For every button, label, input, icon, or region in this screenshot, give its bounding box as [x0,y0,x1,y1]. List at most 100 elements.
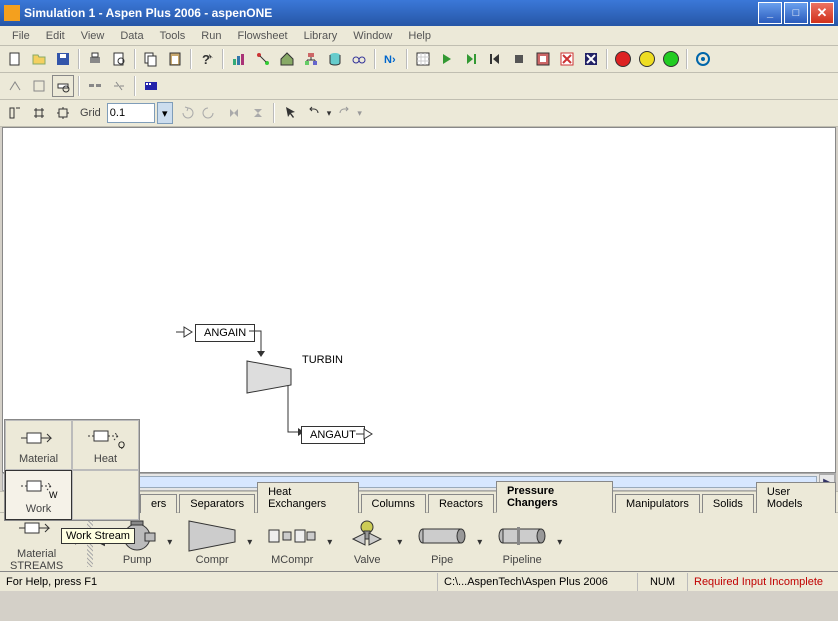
tab-heatexch[interactable]: Heat Exchangers [257,482,358,513]
separator [606,49,608,69]
stream-in-block[interactable]: ANGAIN [195,324,255,342]
dropdown-icon[interactable]: ▾ [167,537,177,548]
toolbar-secondary [0,73,838,100]
copy-button[interactable] [140,48,162,70]
menu-data[interactable]: Data [112,28,151,44]
tab-usermodels[interactable]: User Models [756,482,836,513]
menu-flowsheet[interactable]: Flowsheet [229,28,295,44]
tool-glasses-button[interactable] [348,48,370,70]
status-yellow-button[interactable] [636,48,658,70]
dropdown-icon[interactable]: ▾ [327,537,337,548]
palette-heat[interactable]: Q Heat [72,420,139,470]
tab-separators[interactable]: Separators [179,494,255,513]
ortho-button[interactable] [52,102,74,124]
status-green-button[interactable] [660,48,682,70]
model-valve[interactable]: Valve [341,518,393,566]
model-compr[interactable]: Compr [181,518,243,566]
tab-columns[interactable]: Columns [361,494,426,513]
close-x2-button[interactable] [580,48,602,70]
tab-pressure-changers[interactable]: Pressure Changers [496,481,613,513]
model-pipe[interactable]: Pipe [411,518,473,566]
titlebar: Simulation 1 - Aspen Plus 2006 - aspenON… [0,0,838,26]
stop-button[interactable] [508,48,530,70]
menu-edit[interactable]: Edit [38,28,73,44]
dropdown-icon[interactable]: ▾ [397,537,407,548]
menu-run[interactable]: Run [193,28,229,44]
help-button[interactable]: ? [196,48,218,70]
dropdown-icon[interactable]: ▾ [247,537,257,548]
menu-help[interactable]: Help [400,28,439,44]
tool-connect-button[interactable] [252,48,274,70]
dropdown-icon[interactable]: ▾ [477,537,487,548]
tool-chart-button[interactable] [228,48,250,70]
grid-toggle-button[interactable] [28,102,50,124]
close-x-button[interactable] [556,48,578,70]
status-help: For Help, press F1 [0,573,438,591]
maximize-button[interactable]: □ [784,2,808,24]
paste-button[interactable] [164,48,186,70]
results-button[interactable] [532,48,554,70]
pointer-button[interactable] [279,102,301,124]
tool-tree-button[interactable] [300,48,322,70]
open-button[interactable] [28,48,50,70]
flip-v-button[interactable] [247,102,269,124]
connector-line [249,330,269,360]
tool-s6-button[interactable] [140,75,162,97]
stream-arrow-icon [175,326,195,338]
dropdown-icon[interactable]: ▾ [557,537,567,548]
save-button[interactable] [52,48,74,70]
turbine-icon[interactable] [246,360,292,394]
palette-work[interactable]: W Work [5,470,72,520]
stream-palette: Material Q Heat W Work Work Stream [4,419,140,521]
rotate-left-button[interactable] [175,102,197,124]
tab-solids[interactable]: Solids [702,494,754,513]
tool-s1-button[interactable] [4,75,26,97]
redo-button[interactable] [333,102,355,124]
undo-button[interactable] [303,102,325,124]
menu-library[interactable]: Library [296,28,346,44]
menu-view[interactable]: View [73,28,113,44]
step-button[interactable] [460,48,482,70]
palette-material[interactable]: Material [5,420,72,470]
dropdown-arrow-button[interactable]: ▾ [157,102,173,124]
restart-button[interactable] [484,48,506,70]
tool-s3-button[interactable] [52,75,74,97]
svg-text:Q: Q [118,440,125,449]
close-button[interactable]: ✕ [810,2,834,24]
print-button[interactable] [84,48,106,70]
next-button[interactable]: N› [380,48,402,70]
grid-size-input[interactable] [107,103,155,123]
tool-data-button[interactable] [324,48,346,70]
print-preview-button[interactable] [108,48,130,70]
menu-bar: File Edit View Data Tools Run Flowsheet … [0,26,838,46]
model-mcompr[interactable]: MCompr [261,518,323,566]
rotate-right-button[interactable] [199,102,221,124]
minimize-button[interactable]: _ [758,2,782,24]
flip-h-button[interactable] [223,102,245,124]
menu-file[interactable]: File [4,28,38,44]
separator [273,103,275,123]
snap-button[interactable] [4,102,26,124]
aspen-icon-button[interactable] [692,48,714,70]
separator [686,49,688,69]
menu-window[interactable]: Window [345,28,400,44]
menu-tools[interactable]: Tools [152,28,194,44]
svg-text:N›: N› [384,54,396,66]
separator [406,49,408,69]
tool-s5-button[interactable] [108,75,130,97]
run-button[interactable] [436,48,458,70]
unit-label[interactable]: TURBIN [302,354,343,366]
new-button[interactable] [4,48,26,70]
status-red-button[interactable] [612,48,634,70]
tool-grid-button[interactable] [412,48,434,70]
model-streams[interactable]: Material STREAMS [4,512,69,572]
tab-reactors[interactable]: Reactors [428,494,494,513]
tooltip: Work Stream [61,528,135,544]
tool-s2-button[interactable] [28,75,50,97]
svg-text:?: ? [202,52,210,67]
model-pipeline[interactable]: Pipeline [491,518,553,566]
tool-s4-button[interactable] [84,75,106,97]
tab-mixersplit[interactable]: ers [140,494,177,513]
tool-home-button[interactable] [276,48,298,70]
tab-manipulators[interactable]: Manipulators [615,494,700,513]
